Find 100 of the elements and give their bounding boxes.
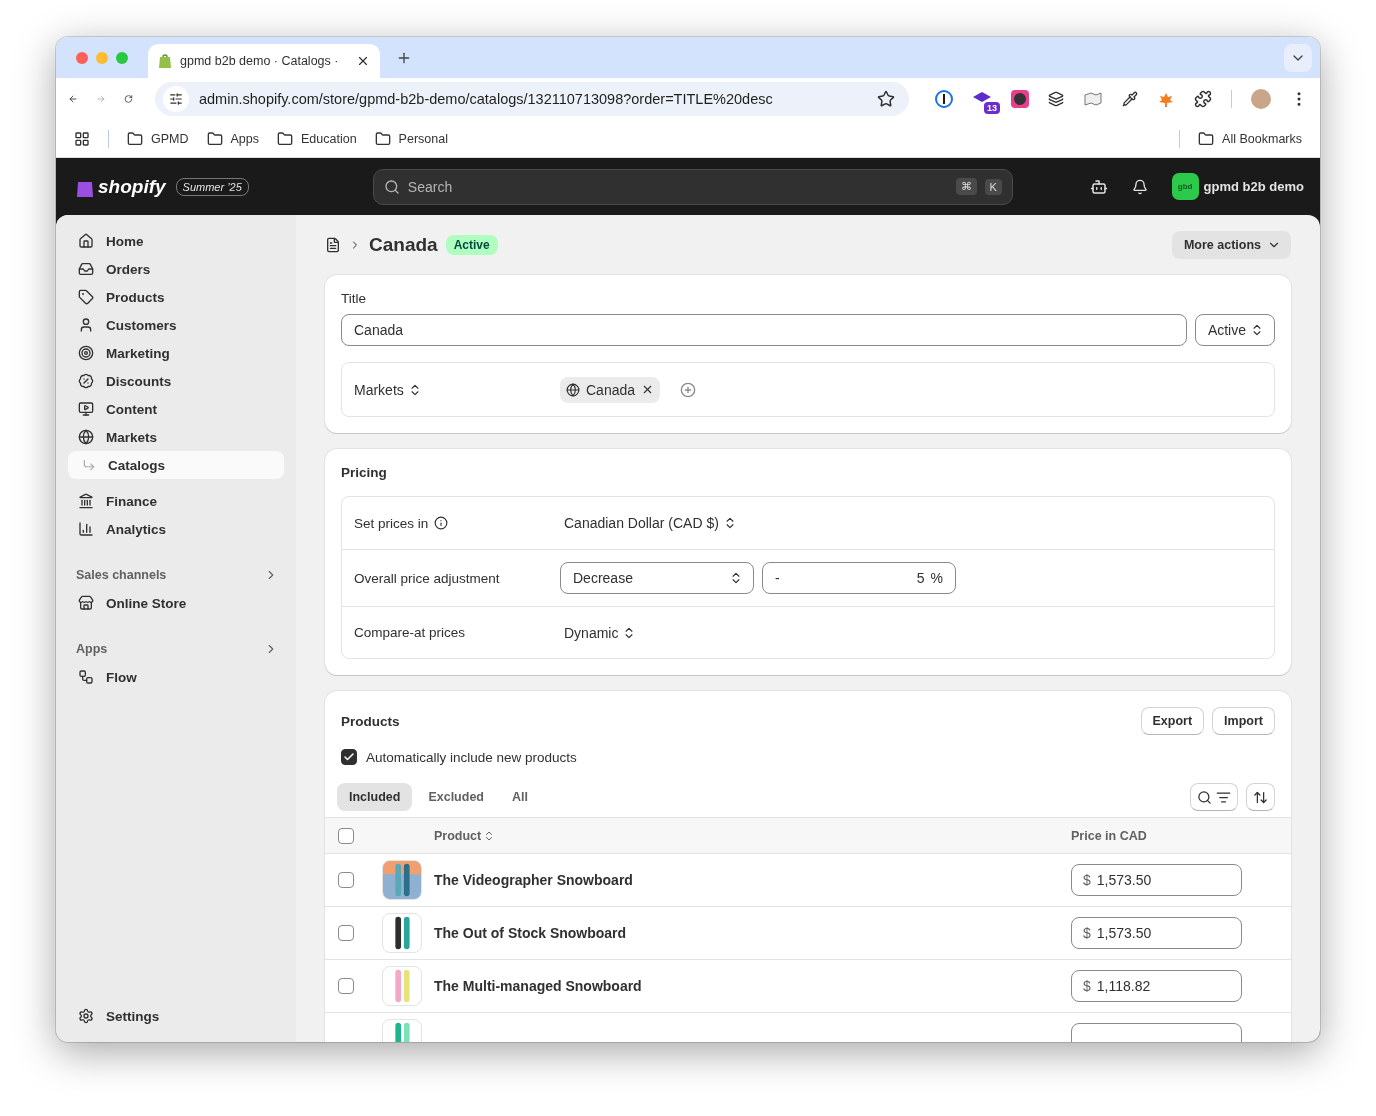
action-button[interactable]: Export bbox=[1140, 707, 1205, 735]
notifications-icon[interactable] bbox=[1131, 178, 1148, 195]
select-field[interactable]: Canadian Dollar (CAD $) bbox=[560, 515, 741, 531]
branch-icon bbox=[82, 458, 96, 472]
browser-tab[interactable]: gpmd b2b demo · Catalogs · bbox=[148, 44, 380, 78]
store-icon bbox=[78, 595, 94, 611]
map-icon[interactable] bbox=[1083, 91, 1103, 107]
sidebar-item[interactable]: Markets bbox=[68, 423, 284, 451]
shopping-bag-icon bbox=[158, 53, 172, 69]
target-icon bbox=[78, 345, 94, 361]
sidebar-item[interactable]: Orders bbox=[68, 255, 284, 283]
more-actions-button[interactable]: More actions bbox=[1171, 231, 1291, 259]
extension-badge: 13 bbox=[983, 102, 1000, 114]
edition-badge: Summer ’25 bbox=[175, 177, 249, 196]
checkbox[interactable] bbox=[341, 749, 357, 765]
monitor-icon bbox=[78, 401, 94, 417]
url-text: admin.shopify.com/store/gpmd-b2b-demo/catalogs/132110713098?order=TITLE%20desc bbox=[199, 91, 774, 107]
tab-title: gpmd b2b demo · Catalogs · bbox=[180, 54, 340, 68]
card-heading: Products bbox=[341, 713, 400, 729]
shortcut-key: ⌘ bbox=[955, 178, 977, 195]
globe-icon bbox=[566, 382, 580, 397]
check-icon bbox=[343, 751, 355, 763]
shopify-logo[interactable]: shopify bbox=[76, 175, 166, 198]
sidebar-item[interactable]: Marketing bbox=[68, 339, 284, 367]
row-checkbox[interactable] bbox=[338, 978, 354, 994]
markets-toggle[interactable]: Markets bbox=[354, 381, 422, 398]
bookmark-folder[interactable]: GPMD bbox=[127, 130, 189, 147]
tag-icon bbox=[78, 289, 94, 305]
bookmark-folder[interactable]: Education bbox=[277, 130, 357, 147]
action-button[interactable]: Import bbox=[1212, 707, 1275, 735]
bookmark-folder[interactable]: Apps bbox=[206, 130, 259, 147]
column-header[interactable]: Product bbox=[434, 828, 496, 843]
eyedropper-icon[interactable] bbox=[1122, 91, 1138, 107]
sidebar-item[interactable]: Online Store bbox=[68, 589, 284, 617]
search-icon bbox=[1197, 789, 1212, 805]
puzzle-icon[interactable] bbox=[1194, 90, 1212, 108]
folder-icon bbox=[1198, 130, 1215, 147]
status-select[interactable]: Active bbox=[1194, 314, 1275, 346]
price-field[interactable]: $ 1,118.82 bbox=[1071, 970, 1242, 1002]
layers-icon[interactable] bbox=[1048, 91, 1064, 107]
title-field[interactable]: Canada bbox=[341, 314, 1187, 346]
bookmark-star-icon[interactable] bbox=[877, 90, 895, 108]
section-heading[interactable]: Apps bbox=[68, 635, 284, 663]
filter-tab[interactable]: Included bbox=[337, 783, 413, 811]
product-name[interactable]: The Out of Stock Snowboard bbox=[434, 925, 1071, 941]
search-filter-button[interactable] bbox=[1190, 783, 1238, 811]
sidebar-item[interactable]: Products bbox=[68, 283, 284, 311]
sidebar-item[interactable]: Discounts bbox=[68, 367, 284, 395]
sidebar-item[interactable]: Content bbox=[68, 395, 284, 423]
row-label: Set prices in bbox=[354, 515, 560, 531]
sidebar-item[interactable]: Catalogs bbox=[68, 451, 284, 479]
price-field[interactable]: $ 1,573.50 bbox=[1071, 864, 1242, 896]
product-name[interactable]: The Multi-managed Snowboard bbox=[434, 978, 1071, 994]
folder-icon bbox=[277, 130, 293, 147]
sidebar-item[interactable]: Finance bbox=[68, 487, 284, 515]
card-heading: Pricing bbox=[341, 465, 388, 480]
price-field[interactable]: $ 1,573.50 bbox=[1071, 917, 1242, 949]
site-settings-button[interactable] bbox=[163, 86, 189, 112]
assistant-icon[interactable] bbox=[1089, 177, 1108, 196]
percentage-field[interactable]: - 5 % bbox=[762, 562, 956, 594]
filter-tab[interactable]: All bbox=[500, 783, 540, 811]
store-menu-button[interactable]: gbd gpmd b2b demo bbox=[1171, 173, 1304, 200]
select-all-checkbox[interactable] bbox=[338, 827, 354, 844]
folder-icon bbox=[206, 130, 223, 147]
info-icon[interactable] bbox=[434, 516, 449, 530]
row-label: Compare-at prices bbox=[354, 625, 467, 640]
checkbox-label: Automatically include new products bbox=[366, 749, 577, 765]
address-bar[interactable]: admin.shopify.com/store/gpmd-b2b-demo/catalogs/132110713098?order=TITLE%20desc bbox=[155, 82, 909, 116]
add-icon[interactable] bbox=[680, 381, 697, 398]
select-field[interactable]: Dynamic bbox=[560, 624, 641, 641]
sort-button[interactable] bbox=[1246, 783, 1275, 811]
inbox-icon bbox=[78, 261, 94, 277]
product-name[interactable]: The Videographer Snowboard bbox=[434, 872, 1071, 888]
sidebar-item[interactable]: Customers bbox=[68, 311, 284, 339]
row-checkbox[interactable] bbox=[338, 925, 354, 941]
bar-chart-icon bbox=[78, 521, 94, 537]
row-label: Overall price adjustment bbox=[354, 570, 501, 586]
sidebar-item[interactable]: Analytics bbox=[68, 515, 284, 543]
home-icon bbox=[78, 233, 94, 249]
search-placeholder: Search bbox=[407, 178, 454, 195]
sidebar-item[interactable]: Settings bbox=[68, 1002, 284, 1030]
filter-tab[interactable]: Excluded bbox=[416, 783, 496, 811]
password-manager-icon[interactable] bbox=[935, 90, 953, 108]
search-field[interactable]: Search ⌘ K bbox=[372, 168, 1013, 205]
sidebar-item[interactable]: Home bbox=[68, 227, 284, 255]
catalog-icon[interactable] bbox=[325, 237, 341, 253]
folder-icon bbox=[127, 130, 143, 147]
gear-icon bbox=[78, 1008, 94, 1024]
close-icon[interactable] bbox=[356, 54, 370, 68]
camera-lens-icon[interactable] bbox=[1011, 90, 1029, 108]
bookmark-folder[interactable]: All Bookmarks bbox=[1198, 130, 1302, 147]
adjustment-select[interactable]: Decrease bbox=[560, 562, 754, 594]
section-heading[interactable]: Sales channels bbox=[68, 561, 284, 589]
apps-grid-icon[interactable] bbox=[74, 130, 90, 147]
row-checkbox[interactable] bbox=[338, 872, 354, 888]
sidebar-item[interactable]: Flow bbox=[68, 663, 284, 691]
bookmark-folder[interactable]: Personal bbox=[374, 130, 448, 147]
folder-icon bbox=[374, 130, 391, 147]
sort-icon bbox=[1253, 789, 1268, 805]
field-label: Title bbox=[341, 291, 367, 306]
